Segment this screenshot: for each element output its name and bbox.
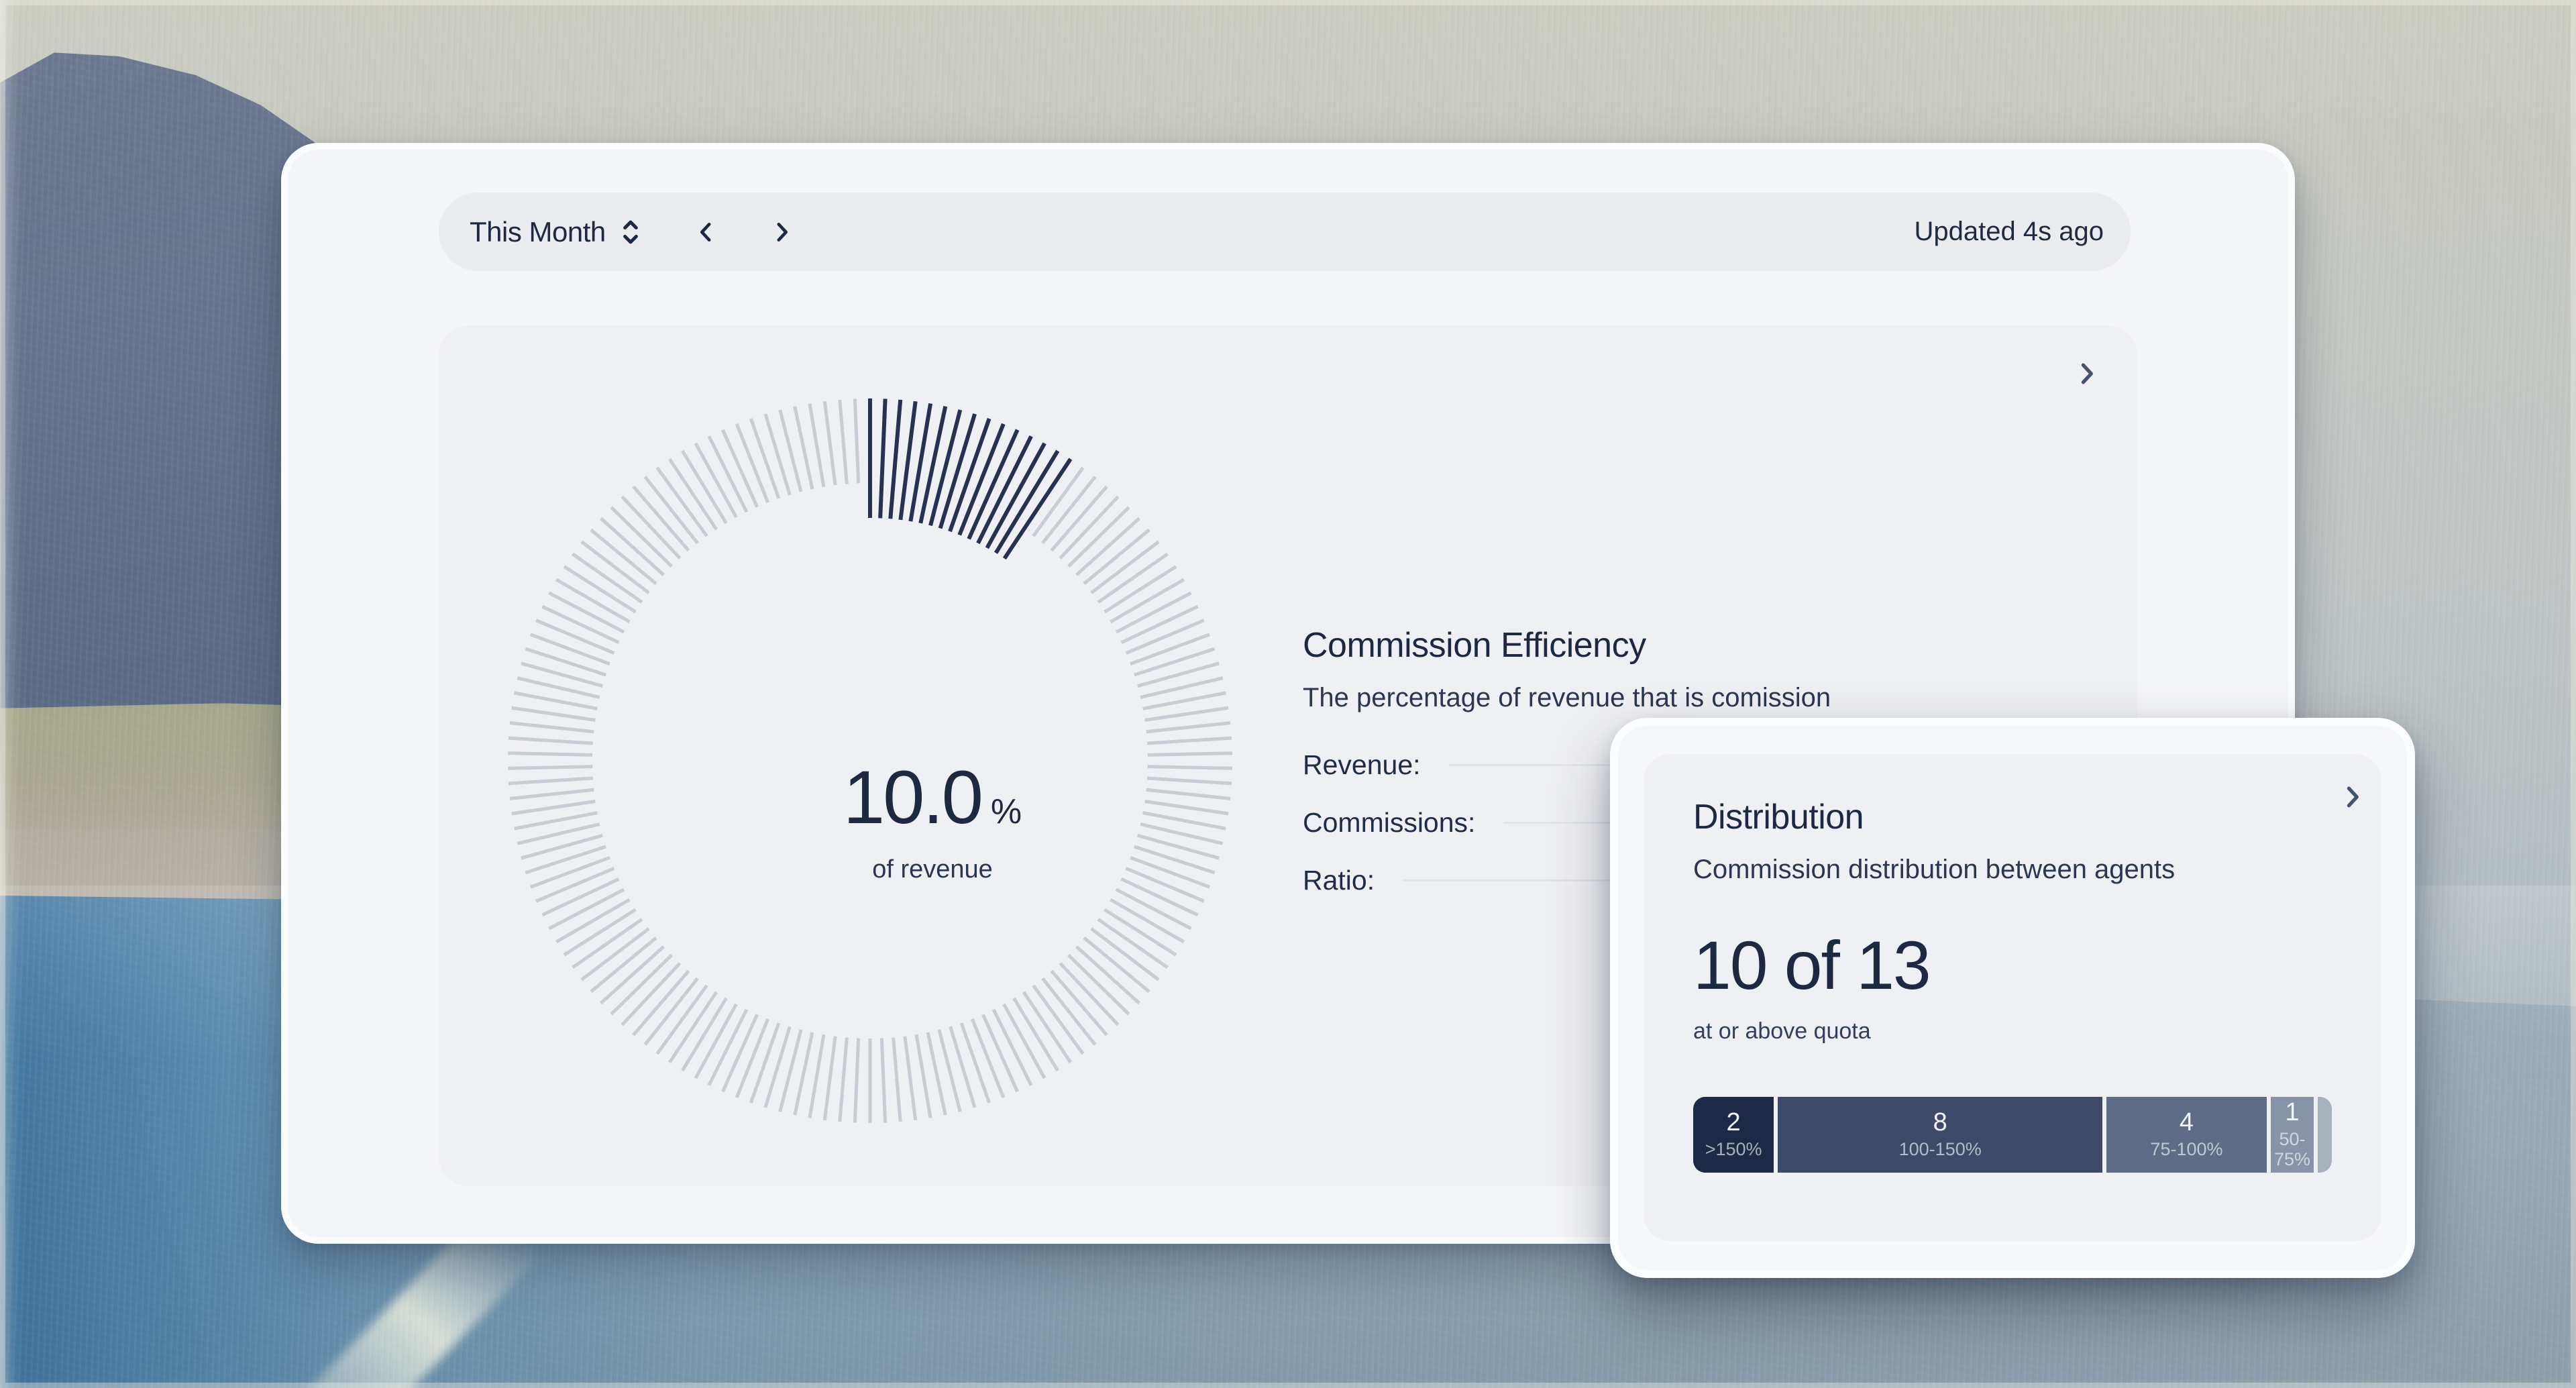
bar-segment-5 (2318, 1097, 2332, 1173)
metric-label: Ratio: (1303, 864, 1375, 896)
segment-range-label: 75-100% (2150, 1139, 2223, 1160)
segment-count: 1 (2285, 1098, 2300, 1127)
period-selector[interactable]: This Month (470, 215, 646, 250)
next-period-button[interactable] (765, 216, 798, 248)
distribution-headline: 10 of 13 (1693, 927, 1931, 1004)
gauge-caption: of revenue (872, 855, 993, 884)
commission-gauge: 10.0 % of revenue (501, 392, 1239, 1130)
distribution-subtitle: Commission distribution between agents (1693, 855, 2176, 884)
chevron-right-icon (2347, 786, 2359, 808)
bar-segment-3: 4 75-100% (2106, 1097, 2267, 1173)
previous-period-button[interactable] (690, 216, 722, 248)
bar-segment-1: 2 >150% (1693, 1097, 1774, 1173)
efficiency-subtitle: The percentage of revenue that is comiss… (1303, 683, 1831, 712)
segment-count: 2 (1726, 1108, 1741, 1137)
chevron-left-icon (700, 222, 711, 242)
segment-range-label: 100-150% (1898, 1139, 1982, 1160)
chevron-up-down-icon (615, 215, 646, 250)
chevron-right-icon (777, 222, 788, 242)
gauge-value: 10.0 (843, 755, 983, 839)
gauge-center-text: 10.0 % of revenue (631, 754, 1234, 884)
metric-label: Revenue: (1303, 749, 1421, 780)
distribution-detail-button[interactable] (2336, 781, 2368, 813)
period-label: This Month (470, 215, 606, 248)
segment-count: 4 (2179, 1108, 2194, 1137)
efficiency-detail-button[interactable] (2070, 358, 2102, 390)
toolbar: This Month Updated 4s ago (439, 193, 2131, 271)
bar-segment-4: 1 50-75% (2270, 1097, 2314, 1173)
updated-status: Updated 4s ago (1914, 217, 2104, 246)
distribution-caption: at or above quota (1693, 1018, 1871, 1044)
distribution-panel: Distribution Commission distribution bet… (1644, 754, 2381, 1241)
distribution-title: Distribution (1693, 798, 1864, 837)
bar-segment-2: 8 100-150% (1778, 1097, 2103, 1173)
segment-count: 8 (1933, 1108, 1947, 1137)
distribution-stacked-bar: 2 >150% 8 100-150% 4 75-100% 1 50-75% (1693, 1097, 2332, 1173)
segment-range-label: >150% (1705, 1139, 1762, 1160)
gauge-unit: % (990, 792, 1022, 831)
efficiency-title: Commission Efficiency (1303, 626, 1646, 665)
chevron-right-icon (2081, 363, 2093, 384)
segment-range-label: 50-75% (2273, 1129, 2310, 1170)
distribution-card: Distribution Commission distribution bet… (1610, 718, 2415, 1278)
metric-label: Commissions: (1303, 806, 1476, 838)
